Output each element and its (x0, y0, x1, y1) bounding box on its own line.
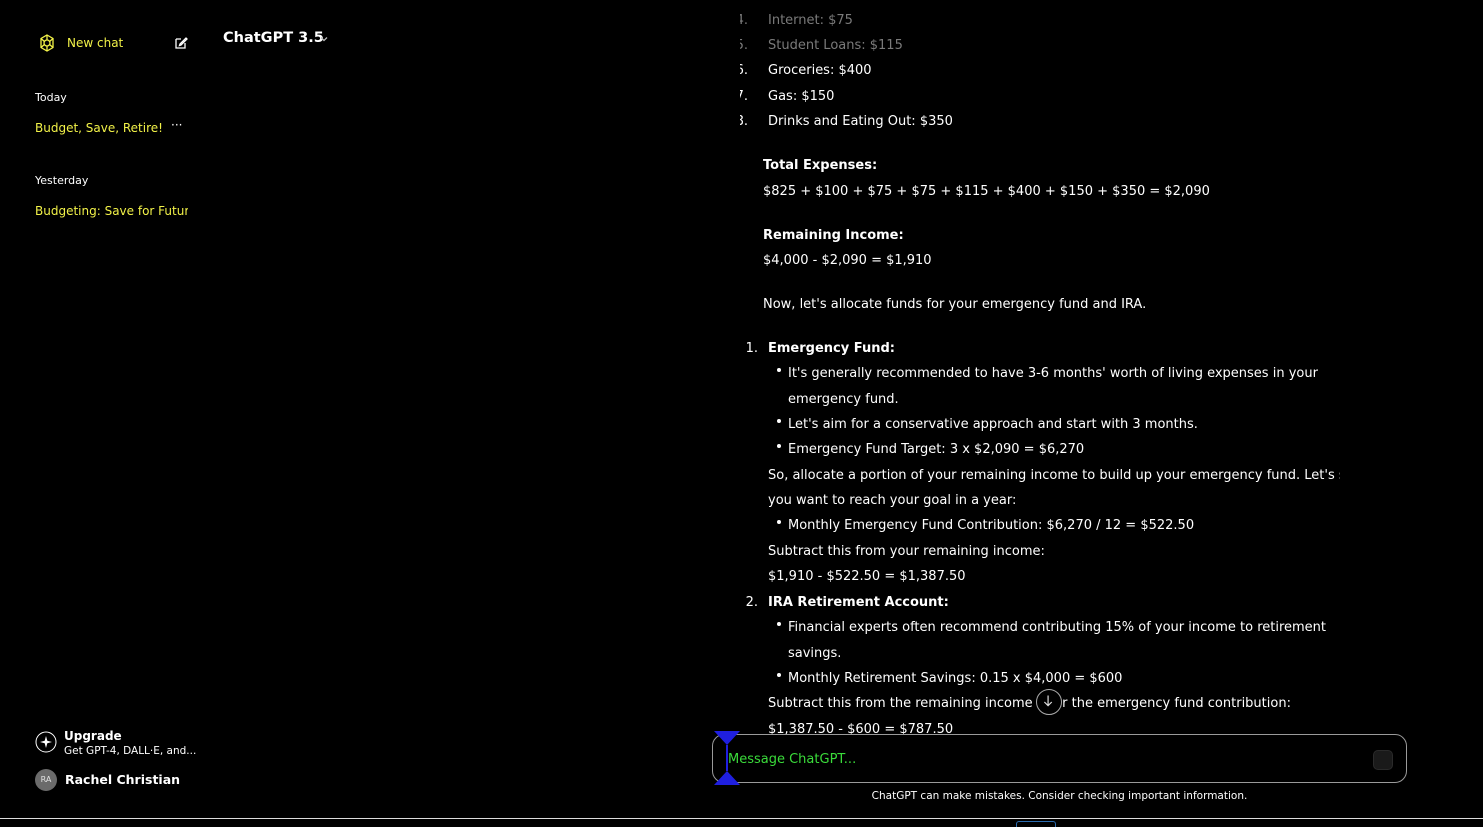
chat-history-item[interactable]: Budget, Save, Retire! (35, 121, 165, 135)
new-chat-label: New chat (67, 36, 124, 50)
bullet-icon (777, 444, 781, 448)
message-input[interactable] (728, 749, 1328, 769)
disclaimer: ChatGPT can make mistakes. Consider chec… (871, 790, 1248, 802)
bullet-text: savings. (788, 646, 842, 661)
bullet-icon (777, 673, 781, 677)
list-number: 2. (745, 595, 758, 610)
upgrade-title: Upgrade (64, 729, 122, 743)
bullet-icon (777, 368, 781, 372)
sidebar: New chat Today Budget, Save, Retire! ···… (0, 0, 200, 827)
section-label-yesterday: Yesterday (35, 174, 89, 187)
bullet-icon (777, 622, 781, 626)
list-number: 1. (745, 341, 758, 356)
edit-icon[interactable] (173, 35, 189, 51)
arrow-down-icon (1043, 695, 1053, 707)
paragraph: Subtract this from the remaining income … (768, 696, 1291, 711)
bottom-tab (1016, 821, 1056, 827)
chat-history-item[interactable]: Budgeting: Save for Future (35, 204, 188, 218)
send-button[interactable] (1373, 750, 1393, 770)
calculation: $1,910 - $522.50 = $1,387.50 (768, 569, 966, 584)
upgrade-subtitle: Get GPT-4, DALL·E, and... (64, 745, 197, 757)
bullet-text: Monthly Emergency Fund Contribution: $6,… (788, 518, 1195, 533)
emergency-fund-title: Emergency Fund: (768, 341, 895, 356)
paragraph: Subtract this from your remaining income… (768, 544, 1045, 559)
openai-logo-icon (40, 34, 54, 52)
more-options-icon[interactable]: ··· (171, 118, 185, 132)
remaining-income-label: Remaining Income: (763, 228, 904, 243)
avatar: RA (35, 769, 57, 791)
sparkle-icon (35, 731, 57, 753)
bullet-text: Let's aim for a conservative approach an… (788, 417, 1198, 432)
user-menu[interactable]: RA Rachel Christian (35, 769, 195, 793)
bullet-text: Monthly Retirement Savings: 0.15 x $4,00… (788, 671, 1123, 686)
bullet-text: It's generally recommended to have 3-6 m… (788, 366, 1318, 381)
model-selector[interactable]: ChatGPT 3.5 (223, 30, 324, 46)
scroll-down-button[interactable] (1036, 689, 1062, 715)
upgrade-button[interactable]: Upgrade Get GPT-4, DALL·E, and... (35, 729, 197, 763)
paragraph: So, allocate a portion of your remaining… (768, 468, 1340, 483)
total-expenses-calc: $825 + $100 + $75 + $75 + $115 + $400 + … (763, 184, 1210, 199)
total-expenses-label: Total Expenses: (763, 158, 878, 173)
bullet-text: Emergency Fund Target: 3 x $2,090 = $6,2… (788, 442, 1085, 457)
calculation: $1,387.50 - $600 = $787.50 (768, 722, 954, 735)
allocate-intro: Now, let's allocate funds for your emerg… (763, 297, 1147, 312)
assistant-message: 4.Internet: $75 5.Student Loans: $115 6.… (740, 0, 1340, 735)
user-name: Rachel Christian (65, 772, 181, 787)
remaining-income-calc: $4,000 - $2,090 = $1,910 (763, 253, 932, 268)
paragraph: you want to reach your goal in a year: (768, 493, 1017, 508)
bullet-icon (777, 520, 781, 524)
ira-title: IRA Retirement Account: (768, 595, 949, 610)
message-composer (712, 734, 1407, 783)
bullet-icon (777, 419, 781, 423)
section-label-today: Today (35, 91, 67, 104)
chevron-down-icon[interactable] (319, 34, 329, 44)
text-cursor-icon (714, 731, 740, 785)
bullet-text: Financial experts often recommend contri… (788, 620, 1327, 635)
divider (0, 818, 1483, 819)
new-chat-button[interactable]: New chat (37, 33, 192, 55)
bullet-text: emergency fund. (788, 392, 899, 407)
